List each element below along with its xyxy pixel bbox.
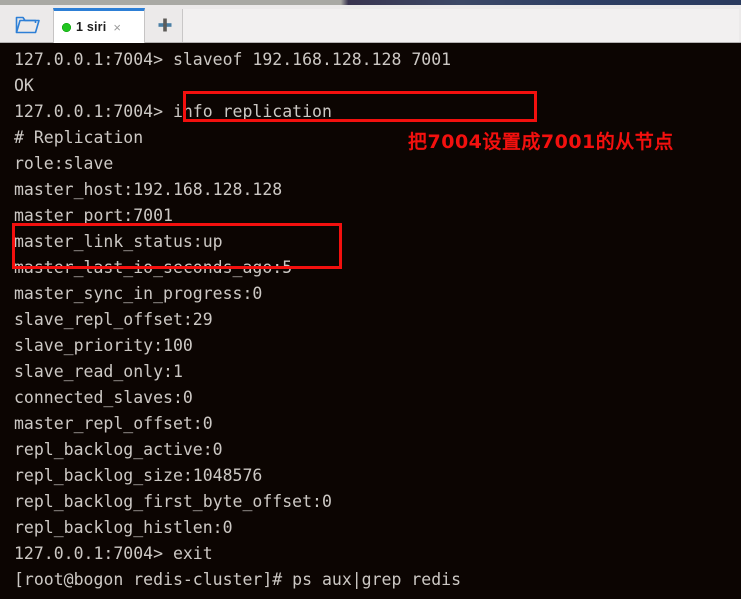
terminal-line: # Replication — [14, 128, 144, 147]
terminal-line: master_port:7001 — [14, 206, 173, 225]
terminal-line: slave_read_only:1 — [14, 362, 183, 381]
terminal-line: master_host:192.168.128.128 — [14, 180, 283, 199]
terminal-line: slave_priority:100 — [14, 336, 193, 355]
terminal-line: repl_backlog_first_byte_offset:0 — [14, 492, 332, 511]
terminal-line: connected_slaves:0 — [14, 388, 193, 407]
terminal-line: 127.0.0.1:7004> slaveof 192.168.128.128 … — [14, 50, 452, 69]
annotation-note: 把7004设置成7001的从节点 — [408, 131, 674, 153]
tab-siri[interactable]: 1 siri × — [53, 8, 145, 43]
terminal-line: repl_backlog_active:0 — [14, 440, 223, 459]
terminal-line: master_repl_offset:0 — [14, 414, 213, 433]
terminal-line: slave_repl_offset:29 — [14, 310, 213, 329]
tab-label: 1 siri — [76, 20, 107, 34]
terminal-line: repl_backlog_histlen:0 — [14, 518, 233, 537]
plus-icon[interactable] — [152, 12, 178, 38]
terminal-window: 1 siri × 127.0.0.1:7004> slaveof 192.168… — [0, 0, 741, 599]
terminal-line: OK — [14, 76, 34, 95]
open-folder-icon[interactable] — [8, 11, 48, 39]
tab-bar: 1 siri × — [0, 5, 741, 43]
terminal-line: [root@bogon redis-cluster]# ps aux|grep … — [14, 570, 462, 589]
terminal-output-area[interactable]: 127.0.0.1:7004> slaveof 192.168.128.128 … — [0, 43, 741, 599]
toolbar-empty-area — [182, 9, 739, 42]
terminal-line: master_link_status:up — [14, 232, 223, 251]
terminal-line: master_last_io_seconds_ago:5 — [14, 258, 293, 277]
terminal-line: master_sync_in_progress:0 — [14, 284, 263, 303]
close-icon[interactable]: × — [113, 21, 121, 34]
green-status-dot — [62, 22, 71, 32]
terminal-text: 127.0.0.1:7004> slaveof 192.168.128.128 … — [14, 47, 461, 593]
terminal-line: 127.0.0.1:7004> info replication — [14, 102, 332, 121]
terminal-line: 127.0.0.1:7004> exit — [14, 544, 213, 563]
terminal-line: role:slave — [14, 154, 114, 173]
terminal-line: repl_backlog_size:1048576 — [14, 466, 263, 485]
